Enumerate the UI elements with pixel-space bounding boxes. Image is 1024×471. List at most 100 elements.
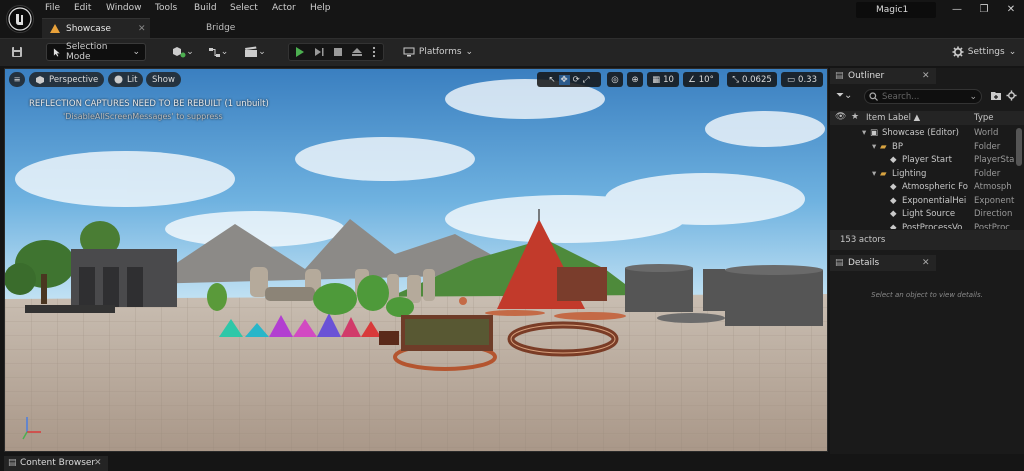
add-folder-icon[interactable] xyxy=(990,90,1002,102)
actor-count: 153 actors xyxy=(830,230,1024,250)
column-type[interactable]: Type xyxy=(974,113,994,123)
expand-arrow-icon[interactable]: ▾ xyxy=(862,127,866,141)
actor-icon: ◆ xyxy=(890,209,897,219)
save-icon[interactable] xyxy=(8,43,26,61)
world-local-icon[interactable]: ◎ xyxy=(607,72,623,87)
expand-arrow-icon[interactable]: ▾ xyxy=(872,168,876,182)
viewport-scene[interactable] xyxy=(5,69,828,452)
translate-icon[interactable]: ✥ xyxy=(558,74,570,85)
outliner-row[interactable]: ▾ ▣ Showcase (Editor) World xyxy=(830,127,1024,141)
chevron-down-icon: ⌄ xyxy=(132,47,140,57)
rotation-snap-button[interactable]: ∠ 10° xyxy=(683,72,719,87)
rotate-icon[interactable]: ⟳ xyxy=(573,75,580,85)
cinematics-button[interactable]: ⌄ xyxy=(240,43,270,61)
small-barrel xyxy=(459,297,467,305)
camera-speed-button[interactable]: ▭ 0.33 xyxy=(781,72,823,87)
add-actor-button[interactable]: ⌄ xyxy=(168,43,198,61)
lit-label: Lit xyxy=(127,74,138,85)
show-button[interactable]: Show xyxy=(146,72,181,87)
project-name: Magic1 xyxy=(856,2,936,18)
unreal-logo-icon[interactable] xyxy=(6,5,34,33)
pin-star-icon[interactable]: ★ xyxy=(851,112,859,122)
outliner-row-label: Lighting xyxy=(892,168,927,179)
platforms-dropdown[interactable]: Platforms ⌄ xyxy=(402,43,474,61)
perspective-button[interactable]: Perspective xyxy=(29,72,105,87)
outliner-settings-icon[interactable] xyxy=(1006,90,1018,102)
filter-icon[interactable]: ⏷⌄ xyxy=(836,90,856,104)
selection-mode-label: Selection Mode xyxy=(66,42,108,62)
close-details-icon[interactable]: ✕ xyxy=(922,255,930,271)
minimize-button[interactable]: — xyxy=(950,4,964,16)
content-browser-tab[interactable]: ▤ Content Browser ✕ xyxy=(4,456,108,471)
gear-icon xyxy=(952,46,964,58)
scale-snap-button[interactable]: ⤡ 0.0625 xyxy=(727,72,777,87)
content-browser-icon: ▤ xyxy=(8,458,17,468)
menu-tools[interactable]: Tools xyxy=(155,3,177,13)
main-toolbar: Selection Mode ⌄ ⌄ ⌄ ⌄ Platforms ⌄ Settin… xyxy=(0,38,1024,66)
settings-dropdown[interactable]: Settings ⌄ xyxy=(950,43,1018,61)
menu-help[interactable]: Help xyxy=(310,3,331,13)
column-item-label[interactable]: Item Label ▲ xyxy=(866,113,920,123)
expand-arrow-icon[interactable]: ▾ xyxy=(872,141,876,155)
folder-icon: ▰ xyxy=(880,141,887,152)
floor-decal xyxy=(485,310,545,316)
cube-icon xyxy=(36,75,44,84)
menu-window[interactable]: Window xyxy=(106,3,142,13)
outliner-row-label: BP xyxy=(892,141,903,152)
play-icon[interactable] xyxy=(296,47,304,57)
outliner-row[interactable]: ◆ PostProcessVo PostProc xyxy=(830,222,1024,230)
outliner-tab[interactable]: ▤ Outliner ✕ xyxy=(830,68,936,84)
tab-bridge[interactable]: Bridge xyxy=(196,18,256,38)
step-icon[interactable] xyxy=(315,48,324,56)
blueprint-button[interactable]: ⌄ xyxy=(204,43,232,61)
outliner-search-input[interactable]: Search... ⌄ xyxy=(864,89,982,104)
folder-icon: ▰ xyxy=(880,168,887,179)
more-options-icon[interactable] xyxy=(372,46,376,58)
chevron-down-icon: ⌄ xyxy=(969,91,977,102)
selection-mode-dropdown[interactable]: Selection Mode ⌄ xyxy=(46,42,146,62)
close-content-browser-icon[interactable]: ✕ xyxy=(94,456,102,471)
details-empty-message: Select an object to view details. xyxy=(871,291,983,299)
menu-select[interactable]: Select xyxy=(230,3,258,13)
details-title: Details xyxy=(848,258,880,268)
outliner-column-header: 👁 ★ Item Label ▲ Type xyxy=(830,111,1024,125)
actor-icon: ◆ xyxy=(890,155,897,165)
grid-snap-button[interactable]: ▦ 10 xyxy=(647,72,679,87)
surface-snap-icon[interactable]: ⊕ xyxy=(627,72,643,87)
close-outliner-icon[interactable]: ✕ xyxy=(922,68,930,84)
floor-decal-2 xyxy=(554,312,626,320)
outliner-row[interactable]: ▾ ▰ BP Folder xyxy=(830,141,1024,155)
actor-icon: ◆ xyxy=(890,222,897,230)
stone-arches xyxy=(71,249,177,307)
viewport-menu-button[interactable]: ≡ xyxy=(9,72,25,87)
menu-edit[interactable]: Edit xyxy=(74,3,91,13)
menu-file[interactable]: File xyxy=(45,3,60,13)
dark-platform xyxy=(25,305,115,313)
reflection-warning: REFLECTION CAPTURES NEED TO BE REBUILT (… xyxy=(29,99,269,109)
menu-actor[interactable]: Actor xyxy=(272,3,296,13)
stop-icon[interactable] xyxy=(334,48,342,56)
details-tab[interactable]: ▤ Details ✕ xyxy=(830,255,936,271)
eject-icon[interactable] xyxy=(352,48,362,56)
outliner-row[interactable]: ◆ ExponentialHei Exponent xyxy=(830,195,1024,209)
lit-button[interactable]: Lit xyxy=(108,72,144,87)
outliner-row[interactable]: ◆ Light Source Direction xyxy=(830,208,1024,222)
actor-icon: ◆ xyxy=(890,182,897,192)
close-tab-icon[interactable]: ✕ xyxy=(138,19,146,39)
outliner-row-type: PlayerSta xyxy=(974,155,1015,165)
restore-button[interactable]: ❐ xyxy=(977,4,991,16)
menu-build[interactable]: Build xyxy=(194,3,217,13)
close-button[interactable]: ✕ xyxy=(1004,4,1018,16)
stone-disc xyxy=(657,313,725,323)
outliner-row[interactable]: ◆ Player Start PlayerSta xyxy=(830,154,1024,168)
outliner-scrollbar[interactable] xyxy=(1016,128,1022,166)
level-icon xyxy=(50,24,60,33)
outliner-row-label: ExponentialHei xyxy=(902,195,967,206)
scale-icon[interactable]: ⤢ xyxy=(583,75,590,85)
outliner-row[interactable]: ▾ ▰ Lighting Folder xyxy=(830,168,1024,182)
select-cursor-icon[interactable]: ↖ xyxy=(548,75,555,85)
visibility-eye-icon[interactable]: 👁 xyxy=(835,112,846,122)
outliner-row[interactable]: ◆ Atmospheric Fo Atmosph xyxy=(830,181,1024,195)
level-viewport[interactable]: ≡ Perspective Lit Show ↖ ✥ ⟳ ⤢ ◎ ⊕ ▦ 10 … xyxy=(4,68,828,452)
tab-showcase[interactable]: Showcase ✕ xyxy=(42,18,150,38)
